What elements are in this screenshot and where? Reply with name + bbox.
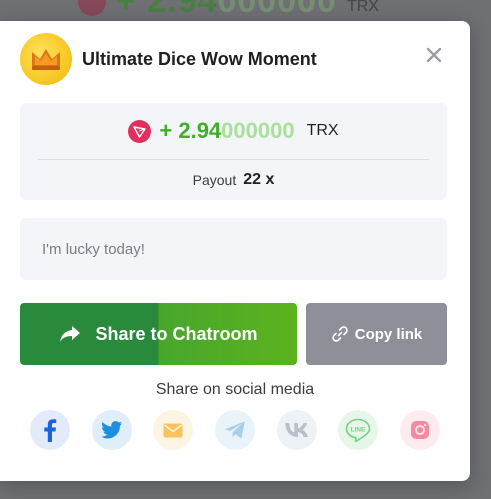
facebook-icon	[44, 419, 57, 442]
share-win-modal: Ultimate Dice Wow Moment + 2.94000000 TR…	[0, 21, 470, 481]
line-icon: LINE	[345, 418, 371, 442]
payout-label: Payout	[192, 172, 237, 188]
background-amount: + 2.94000000	[116, 0, 337, 20]
vk-share-button[interactable]	[276, 410, 317, 450]
facebook-share-button[interactable]	[30, 410, 70, 450]
twitter-icon	[100, 421, 122, 439]
background-unit: TRX	[346, 0, 379, 15]
social-share-row: LINE	[30, 410, 440, 450]
close-icon	[426, 47, 442, 63]
crown-avatar-icon	[20, 33, 72, 85]
twitter-share-button[interactable]	[91, 410, 132, 450]
payout-row: Payout 22 x	[20, 160, 447, 200]
link-icon	[332, 326, 348, 342]
share-button-label: Share to Chatroom	[95, 323, 258, 344]
copy-link-button[interactable]: Copy link	[306, 303, 447, 365]
trx-icon	[128, 119, 152, 143]
email-share-button[interactable]	[153, 410, 194, 450]
share-to-chatroom-button[interactable]: Share to Chatroom	[20, 303, 297, 365]
win-amount-row: + 2.94000000 TRX	[20, 103, 447, 159]
line-share-button[interactable]: LINE	[338, 410, 379, 450]
svg-text:LINE: LINE	[351, 426, 366, 433]
share-message-input[interactable]	[20, 218, 447, 280]
telegram-icon	[225, 421, 245, 438]
vk-icon	[284, 423, 308, 437]
email-icon	[163, 423, 183, 437]
modal-header: Ultimate Dice Wow Moment	[20, 33, 450, 85]
instagram-share-button[interactable]	[399, 410, 440, 450]
close-button[interactable]	[420, 41, 448, 69]
win-amount-prefix: + 2.94	[159, 118, 222, 143]
background-trx-icon	[78, 0, 106, 16]
win-amount: + 2.94000000	[159, 118, 294, 144]
currency-unit: TRX	[306, 122, 339, 139]
share-arrow-icon	[60, 326, 81, 342]
instagram-icon	[410, 421, 429, 439]
copy-link-label: Copy link	[354, 325, 423, 343]
win-amount-zeros: 000000	[221, 118, 295, 143]
modal-title: Ultimate Dice Wow Moment	[82, 48, 317, 69]
telegram-share-button[interactable]	[214, 410, 255, 450]
social-share-title: Share on social media	[155, 381, 315, 398]
background-win-amount: + 2.94000000 TRX	[78, 0, 379, 21]
payout-value: 22 x	[243, 171, 275, 188]
win-summary-card: + 2.94000000 TRX Payout 22 x	[20, 103, 447, 200]
